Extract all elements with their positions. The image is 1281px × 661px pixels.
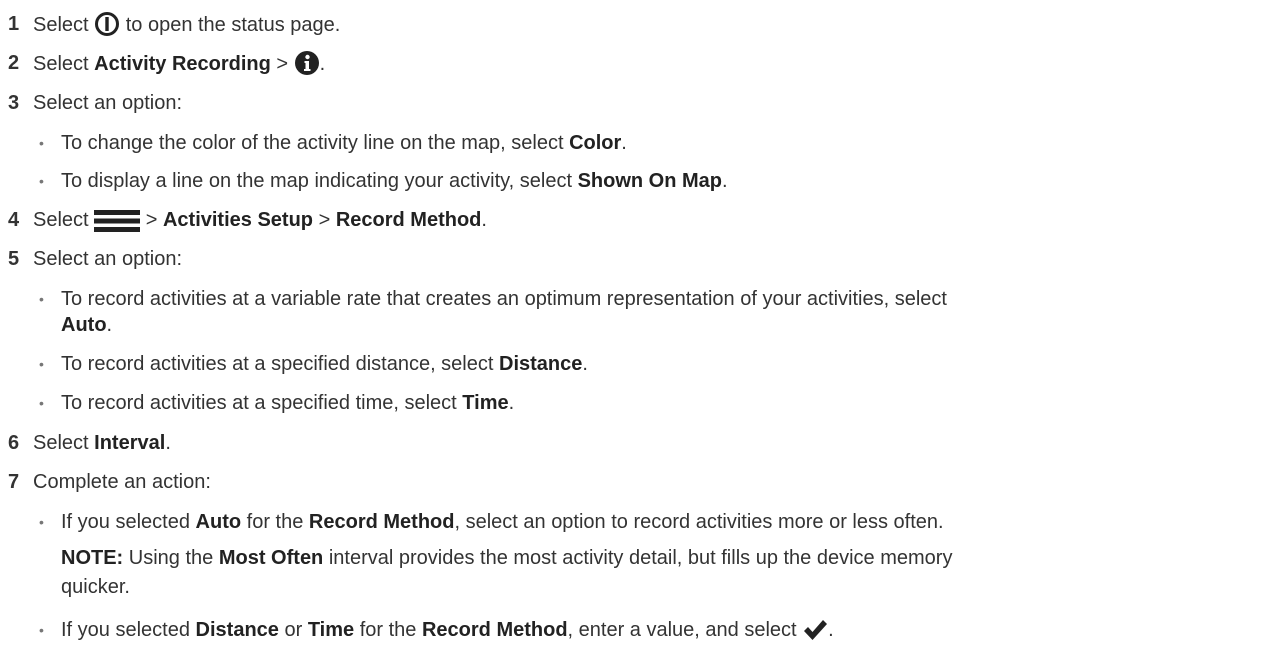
- bold-term: Activities Setup: [162, 209, 314, 231]
- bold-term: Record Method: [421, 619, 568, 641]
- bullet-text: If you selected: [61, 619, 190, 641]
- bullet-text: , enter a value, and select: [567, 619, 797, 641]
- step-number: 3: [8, 92, 20, 114]
- menu-icon: [94, 210, 141, 239]
- bold-term: Most Often: [218, 547, 324, 569]
- step-text-post: .: [165, 432, 171, 454]
- step-number: 6: [8, 432, 20, 454]
- note-text: quicker.: [61, 576, 130, 598]
- step-text-pre: Select: [33, 432, 89, 454]
- punct: .: [582, 353, 588, 375]
- bullet-text: To change the color of the activity line…: [61, 132, 564, 154]
- bullet-text: To record activities at a specified time…: [61, 392, 457, 414]
- bold-term: Shown On Map: [577, 170, 723, 192]
- note-text: Using the: [128, 547, 214, 569]
- separator: >: [276, 53, 289, 75]
- step-text-post: to open the status page.: [125, 14, 341, 36]
- instructions-document: 1 Select to open the status page. 2 Sele…: [0, 0, 1281, 661]
- checkmark-icon: [802, 618, 828, 649]
- step-number: 2: [8, 52, 20, 74]
- bullet-text: To display a line on the map indicating …: [61, 170, 573, 192]
- bold-term: Time: [307, 619, 355, 641]
- bold-term: Time: [462, 392, 509, 414]
- bold-term: Record Method: [308, 511, 455, 533]
- punct: .: [828, 619, 834, 641]
- bullet-text: for the: [359, 619, 417, 641]
- bold-term: Auto: [61, 314, 107, 336]
- note: NOTE: Using the Most Often interval prov…: [61, 545, 952, 571]
- step-text: Select > Activities Setup > Record Metho…: [33, 207, 487, 239]
- note-label: NOTE:: [61, 547, 124, 569]
- bold-term: Color: [569, 132, 622, 154]
- punct: .: [621, 132, 627, 154]
- bullet-text: To record activities at a variable rate …: [61, 288, 947, 310]
- step-text: Select an option:: [33, 92, 182, 114]
- step-number: 1: [8, 13, 20, 35]
- bullet-text: To record activities at a specified dist…: [61, 353, 494, 375]
- punct: .: [508, 392, 515, 414]
- step-text: Select Activity Recording > .: [33, 50, 325, 83]
- punct: .: [106, 314, 113, 336]
- bold-term: Record Method: [335, 209, 482, 231]
- list-item: To record activities at a specified time…: [39, 390, 515, 416]
- step-text: Complete an action:: [33, 471, 211, 493]
- step-text-pre: Select: [33, 53, 89, 75]
- list-item: To record activities at a specified dist…: [39, 351, 588, 377]
- step-text-post: .: [319, 53, 326, 75]
- step-text: Select to open the status page.: [33, 11, 340, 44]
- bullet-text: If you selected: [61, 511, 190, 533]
- punct: .: [722, 170, 728, 192]
- note-text: interval provides the most activity deta…: [328, 547, 953, 569]
- bullet-text: or: [284, 619, 303, 641]
- list-item: If you selected Auto for the Record Meth…: [39, 509, 944, 535]
- power-icon: [94, 11, 120, 44]
- step-number: 5: [8, 248, 20, 270]
- bold-term: Activity Recording: [94, 53, 271, 75]
- bold-term: Distance: [195, 619, 279, 641]
- step-text: Select an option:: [33, 248, 182, 270]
- bold-term: Interval: [94, 432, 166, 454]
- step-text: Select Interval.: [33, 430, 171, 456]
- info-icon: [294, 50, 320, 83]
- separator: >: [318, 209, 331, 231]
- step-number: 4: [8, 209, 20, 231]
- bullet-text: for the: [246, 511, 304, 533]
- separator: >: [145, 209, 158, 231]
- list-item: To record activities at a variable rate …: [39, 286, 947, 312]
- step-text-pre: Select: [33, 14, 89, 36]
- list-item: To change the color of the activity line…: [39, 130, 627, 156]
- note-continuation: quicker.: [61, 574, 130, 600]
- list-item: If you selected Distance or Time for the…: [39, 617, 834, 649]
- bold-term: Distance: [499, 353, 583, 375]
- step-text-pre: Select: [33, 209, 89, 231]
- bold-term: Auto: [195, 511, 242, 533]
- list-item-continuation: Auto.: [61, 312, 112, 338]
- step-number: 7: [8, 471, 20, 493]
- list-item: To display a line on the map indicating …: [39, 168, 728, 194]
- step-text-post: .: [481, 209, 487, 231]
- bullet-text: , select an option to record activities …: [454, 511, 944, 533]
